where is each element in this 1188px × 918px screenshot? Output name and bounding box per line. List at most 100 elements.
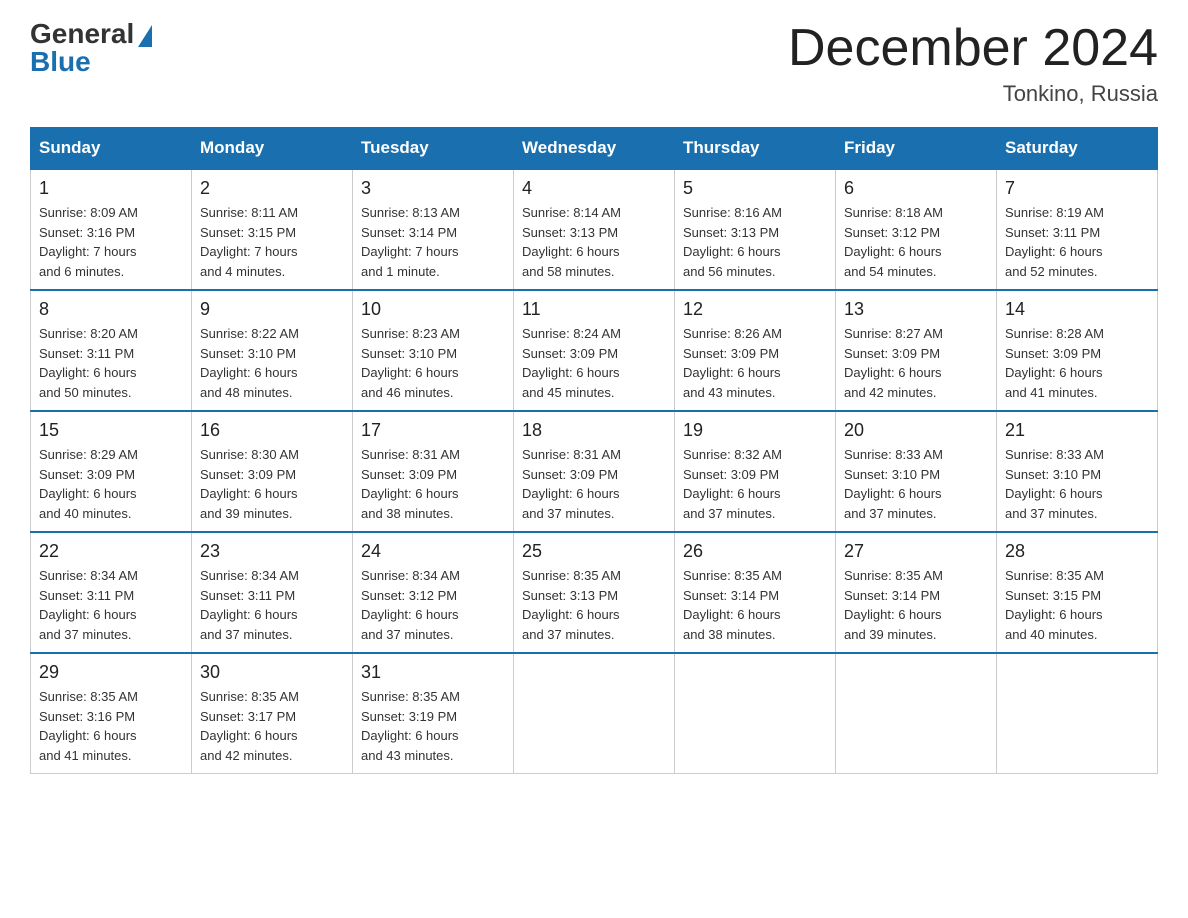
table-row: 5 Sunrise: 8:16 AMSunset: 3:13 PMDaylight…	[675, 169, 836, 290]
logo: General Blue	[30, 20, 152, 76]
day-info: Sunrise: 8:35 AMSunset: 3:14 PMDaylight:…	[683, 566, 827, 644]
table-row: 30 Sunrise: 8:35 AMSunset: 3:17 PMDayligh…	[192, 653, 353, 774]
table-row: 20Sunrise: 8:33 AMSunset: 3:10 PMDayligh…	[836, 411, 997, 532]
day-number: 21	[1005, 420, 1149, 441]
day-number: 31	[361, 662, 505, 683]
day-info: Sunrise: 8:35 AMSunset: 3:13 PMDaylight:…	[522, 566, 666, 644]
day-number: 14	[1005, 299, 1149, 320]
table-row: 2 Sunrise: 8:11 AMSunset: 3:15 PMDaylight…	[192, 169, 353, 290]
day-number: 26	[683, 541, 827, 562]
day-info: Sunrise: 8:31 AMSunset: 3:09 PMDaylight:…	[361, 445, 505, 523]
logo-blue-text: Blue	[30, 48, 91, 76]
day-info: Sunrise: 8:13 AMSunset: 3:14 PMDaylight:…	[361, 203, 505, 281]
table-row: 29 Sunrise: 8:35 AMSunset: 3:16 PMDayligh…	[31, 653, 192, 774]
day-number: 27	[844, 541, 988, 562]
header-tuesday: Tuesday	[353, 128, 514, 170]
day-number: 10	[361, 299, 505, 320]
day-info: Sunrise: 8:11 AMSunset: 3:15 PMDaylight:…	[200, 203, 344, 281]
day-info: Sunrise: 8:28 AMSunset: 3:09 PMDaylight:…	[1005, 324, 1149, 402]
day-number: 9	[200, 299, 344, 320]
calendar-table: Sunday Monday Tuesday Wednesday Thursday…	[30, 127, 1158, 774]
day-number: 8	[39, 299, 183, 320]
day-number: 13	[844, 299, 988, 320]
day-info: Sunrise: 8:20 AMSunset: 3:11 PMDaylight:…	[39, 324, 183, 402]
day-info: Sunrise: 8:09 AMSunset: 3:16 PMDaylight:…	[39, 203, 183, 281]
table-row: 24 Sunrise: 8:34 AMSunset: 3:12 PMDayligh…	[353, 532, 514, 653]
day-number: 17	[361, 420, 505, 441]
table-row: 19 Sunrise: 8:32 AMSunset: 3:09 PMDayligh…	[675, 411, 836, 532]
day-info: Sunrise: 8:35 AMSunset: 3:16 PMDaylight:…	[39, 687, 183, 765]
day-number: 2	[200, 178, 344, 199]
day-info: Sunrise: 8:35 AMSunset: 3:14 PMDaylight:…	[844, 566, 988, 644]
table-row: 7 Sunrise: 8:19 AMSunset: 3:11 PMDaylight…	[997, 169, 1158, 290]
table-row	[675, 653, 836, 774]
header-wednesday: Wednesday	[514, 128, 675, 170]
logo-general-text: General	[30, 20, 134, 48]
table-row: 8 Sunrise: 8:20 AMSunset: 3:11 PMDaylight…	[31, 290, 192, 411]
table-row: 14 Sunrise: 8:28 AMSunset: 3:09 PMDayligh…	[997, 290, 1158, 411]
day-number: 1	[39, 178, 183, 199]
day-info: Sunrise: 8:29 AMSunset: 3:09 PMDaylight:…	[39, 445, 183, 523]
table-row: 17 Sunrise: 8:31 AMSunset: 3:09 PMDayligh…	[353, 411, 514, 532]
day-number: 12	[683, 299, 827, 320]
month-title: December 2024	[788, 20, 1158, 77]
table-row: 4 Sunrise: 8:14 AMSunset: 3:13 PMDaylight…	[514, 169, 675, 290]
table-row: 21 Sunrise: 8:33 AMSunset: 3:10 PMDayligh…	[997, 411, 1158, 532]
day-info: Sunrise: 8:30 AMSunset: 3:09 PMDaylight:…	[200, 445, 344, 523]
day-info: Sunrise: 8:33 AMSunset: 3:10 PMDaylight:…	[1005, 445, 1149, 523]
day-info: Sunrise: 8:35 AMSunset: 3:15 PMDaylight:…	[1005, 566, 1149, 644]
page-header: General Blue December 2024 Tonkino, Russ…	[30, 20, 1158, 107]
day-info: Sunrise: 8:22 AMSunset: 3:10 PMDaylight:…	[200, 324, 344, 402]
calendar-header: Sunday Monday Tuesday Wednesday Thursday…	[31, 128, 1158, 170]
day-number: 18	[522, 420, 666, 441]
table-row	[997, 653, 1158, 774]
day-number: 6	[844, 178, 988, 199]
table-row: 22Sunrise: 8:34 AMSunset: 3:11 PMDayligh…	[31, 532, 192, 653]
table-row: 11Sunrise: 8:24 AMSunset: 3:09 PMDayligh…	[514, 290, 675, 411]
day-number: 19	[683, 420, 827, 441]
table-row: 25 Sunrise: 8:35 AMSunset: 3:13 PMDayligh…	[514, 532, 675, 653]
day-number: 7	[1005, 178, 1149, 199]
table-row: 1 Sunrise: 8:09 AMSunset: 3:16 PMDaylight…	[31, 169, 192, 290]
day-info: Sunrise: 8:19 AMSunset: 3:11 PMDaylight:…	[1005, 203, 1149, 281]
table-row: 15 Sunrise: 8:29 AMSunset: 3:09 PMDayligh…	[31, 411, 192, 532]
day-info: Sunrise: 8:32 AMSunset: 3:09 PMDaylight:…	[683, 445, 827, 523]
day-info: Sunrise: 8:24 AMSunset: 3:09 PMDaylight:…	[522, 324, 666, 402]
day-info: Sunrise: 8:34 AMSunset: 3:11 PMDaylight:…	[200, 566, 344, 644]
day-info: Sunrise: 8:27 AMSunset: 3:09 PMDaylight:…	[844, 324, 988, 402]
day-info: Sunrise: 8:35 AMSunset: 3:19 PMDaylight:…	[361, 687, 505, 765]
day-number: 28	[1005, 541, 1149, 562]
day-number: 29	[39, 662, 183, 683]
table-row: 27 Sunrise: 8:35 AMSunset: 3:14 PMDayligh…	[836, 532, 997, 653]
day-info: Sunrise: 8:18 AMSunset: 3:12 PMDaylight:…	[844, 203, 988, 281]
day-number: 25	[522, 541, 666, 562]
day-info: Sunrise: 8:26 AMSunset: 3:09 PMDaylight:…	[683, 324, 827, 402]
header-friday: Friday	[836, 128, 997, 170]
logo-triangle-icon	[138, 25, 152, 47]
day-info: Sunrise: 8:31 AMSunset: 3:09 PMDaylight:…	[522, 445, 666, 523]
table-row: 31 Sunrise: 8:35 AMSunset: 3:19 PMDayligh…	[353, 653, 514, 774]
day-number: 16	[200, 420, 344, 441]
day-info: Sunrise: 8:34 AMSunset: 3:11 PMDaylight:…	[39, 566, 183, 644]
table-row: 12 Sunrise: 8:26 AMSunset: 3:09 PMDayligh…	[675, 290, 836, 411]
day-info: Sunrise: 8:23 AMSunset: 3:10 PMDaylight:…	[361, 324, 505, 402]
day-number: 5	[683, 178, 827, 199]
day-info: Sunrise: 8:35 AMSunset: 3:17 PMDaylight:…	[200, 687, 344, 765]
day-number: 20	[844, 420, 988, 441]
table-row: 13 Sunrise: 8:27 AMSunset: 3:09 PMDayligh…	[836, 290, 997, 411]
day-number: 15	[39, 420, 183, 441]
day-number: 4	[522, 178, 666, 199]
day-info: Sunrise: 8:16 AMSunset: 3:13 PMDaylight:…	[683, 203, 827, 281]
location-subtitle: Tonkino, Russia	[788, 81, 1158, 107]
day-number: 30	[200, 662, 344, 683]
header-thursday: Thursday	[675, 128, 836, 170]
day-number: 23	[200, 541, 344, 562]
table-row: 6 Sunrise: 8:18 AMSunset: 3:12 PMDaylight…	[836, 169, 997, 290]
calendar-body: 1 Sunrise: 8:09 AMSunset: 3:16 PMDaylight…	[31, 169, 1158, 774]
day-info: Sunrise: 8:34 AMSunset: 3:12 PMDaylight:…	[361, 566, 505, 644]
table-row: 3Sunrise: 8:13 AMSunset: 3:14 PMDaylight…	[353, 169, 514, 290]
day-info: Sunrise: 8:14 AMSunset: 3:13 PMDaylight:…	[522, 203, 666, 281]
table-row	[514, 653, 675, 774]
day-number: 24	[361, 541, 505, 562]
header-saturday: Saturday	[997, 128, 1158, 170]
